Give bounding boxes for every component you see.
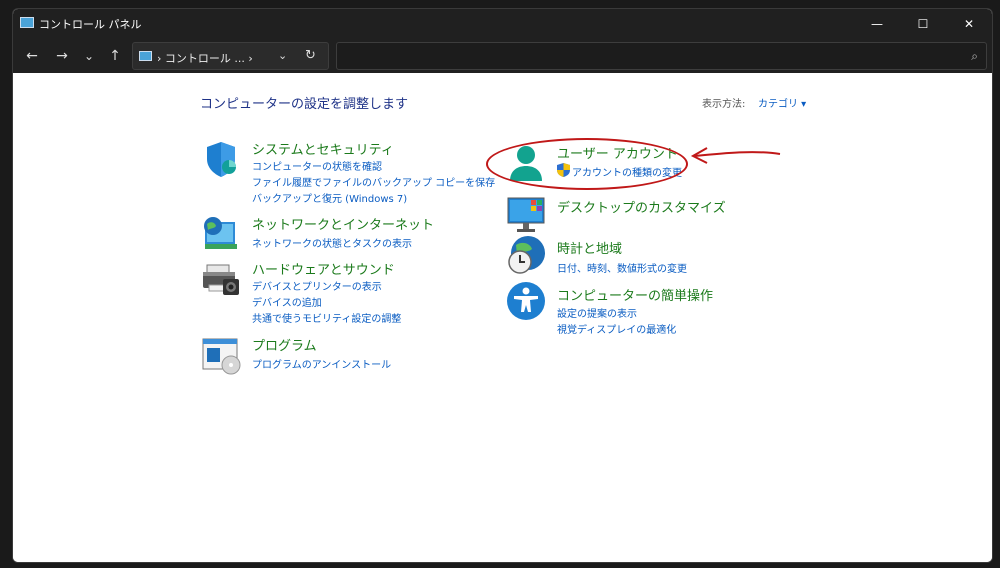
link-backup-restore[interactable]: バックアップと復元 (Windows 7) (252, 190, 407, 205)
link-recommended-settings[interactable]: 設定の提案の表示 (557, 305, 637, 320)
search-icon[interactable]: ⌕ (971, 49, 978, 64)
recent-locations-button[interactable]: ⌄ (79, 47, 99, 65)
category-hardware-sound: ハードウェアとサウンド デバイスとプリンターの表示 デバイスの追加 共通で使うモ… (201, 259, 471, 329)
content-area: コンピューターの設定を調整します 表示方法: カテゴリ ▾ システムとセキュリテ… (13, 73, 992, 562)
search-input[interactable]: ⌕ (336, 42, 987, 70)
category-title[interactable]: 時計と地域 (557, 238, 622, 257)
network-globe-icon (204, 217, 237, 249)
address-dropdown-button[interactable]: ⌄ (278, 49, 287, 62)
back-button[interactable]: ← (22, 47, 42, 65)
link-date-time-format[interactable]: 日付、時刻、数値形式の変更 (557, 260, 687, 275)
refresh-button[interactable]: ↻ (305, 48, 316, 63)
category-title[interactable]: システムとセキュリティ (252, 139, 394, 158)
category-appearance: デスクトップのカスタマイズ (506, 194, 736, 234)
page-title: コンピューターの設定を調整します (200, 97, 409, 112)
link-file-history[interactable]: ファイル履歴でファイルのバックアップ コピーを保存 (252, 174, 495, 189)
annotation-arrow-icon (690, 147, 781, 164)
category-programs: プログラム プログラムのアンインストール (201, 335, 471, 375)
view-by-label: 表示方法: (702, 99, 746, 110)
category-system-security: システムとセキュリティ コンピューターの状態を確認 ファイル履歴でファイルのバッ… (201, 139, 495, 209)
link-mobility-settings[interactable]: 共通で使うモビリティ設定の調整 (252, 310, 401, 325)
address-bar[interactable]: › コントロール ... › ⌄ (132, 42, 329, 70)
link-uninstall-program[interactable]: プログラムのアンインストール (252, 356, 391, 371)
close-button[interactable]: ✕ (946, 9, 992, 39)
minimize-button[interactable]: — (854, 9, 900, 39)
forward-button[interactable]: → (52, 47, 72, 65)
link-network-status[interactable]: ネットワークの状態とタスクの表示 (252, 235, 412, 250)
category-title[interactable]: デスクトップのカスタマイズ (557, 197, 726, 216)
breadcrumb[interactable]: › コントロール ... › (157, 50, 253, 66)
control-panel-window: コントロール パネル — ☐ ✕ ← → ⌄ ↑ › コントロール ... › … (12, 8, 993, 563)
programs-icon (202, 338, 241, 375)
link-add-device[interactable]: デバイスの追加 (252, 294, 322, 309)
title-bar: コントロール パネル — ☐ ✕ (13, 9, 992, 39)
navigation-bar: ← → ⌄ ↑ › コントロール ... › ⌄ ↻ ⌕ (13, 39, 992, 73)
view-by-dropdown[interactable]: カテゴリ ▾ (758, 95, 806, 110)
control-panel-icon (139, 51, 152, 61)
shield-icon (207, 142, 236, 177)
window-title: コントロール パネル (39, 18, 142, 31)
category-title[interactable]: コンピューターの簡単操作 (557, 285, 713, 304)
highlight-circle-annotation (486, 138, 688, 190)
category-clock-region: 時計と地域 日付、時刻、数値形式の変更 (506, 235, 736, 275)
maximize-button[interactable]: ☐ (900, 9, 946, 39)
desktop-monitor-icon (507, 197, 545, 232)
link-check-status[interactable]: コンピューターの状態を確認 (252, 158, 382, 173)
category-title[interactable]: ハードウェアとサウンド (252, 259, 395, 278)
accessibility-icon (507, 282, 545, 320)
category-title[interactable]: ネットワークとインターネット (252, 214, 434, 233)
clock-globe-icon (508, 236, 545, 274)
link-optimize-display[interactable]: 視覚ディスプレイの最適化 (557, 321, 676, 336)
control-panel-icon (20, 17, 34, 28)
printer-icon (203, 264, 239, 295)
category-network: ネットワークとインターネット ネットワークの状態とタスクの表示 (201, 214, 471, 254)
link-devices-printers[interactable]: デバイスとプリンターの表示 (252, 278, 382, 293)
category-title[interactable]: プログラム (252, 335, 317, 354)
up-button[interactable]: ↑ (105, 47, 125, 65)
category-ease-of-access: コンピューターの簡単操作 設定の提案の表示 視覚ディスプレイの最適化 (506, 281, 736, 336)
